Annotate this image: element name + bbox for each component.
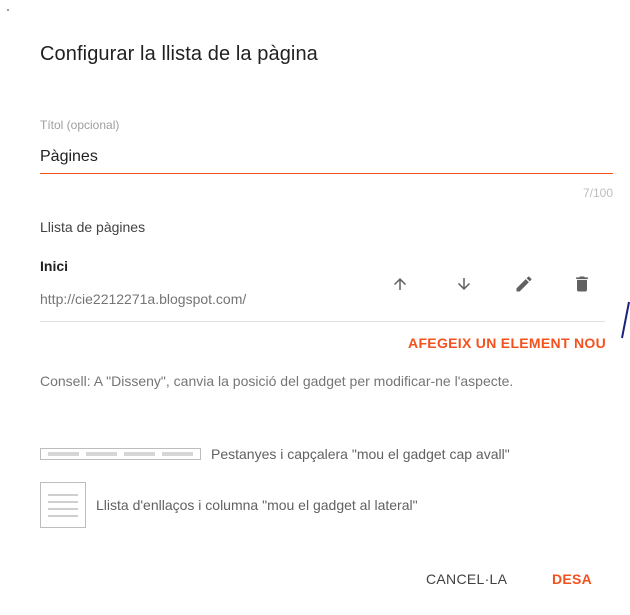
page-list-label: Llista de pàgines xyxy=(40,219,146,235)
corner-dot xyxy=(7,9,9,11)
page-list-dialog: Configurar la llista de la pàgina Títol … xyxy=(0,0,630,615)
move-up-button[interactable] xyxy=(386,270,414,298)
layout-hint: Consell: A "Disseny", canvia la posició … xyxy=(40,373,514,389)
pencil-icon xyxy=(516,276,532,292)
tab-bar-segment xyxy=(124,452,155,456)
edit-button[interactable] xyxy=(510,270,538,298)
tab-bar-segment xyxy=(86,452,117,456)
title-field-label: Títol (opcional) xyxy=(40,118,120,132)
list-layout-label: Llista d'enllaços i columna "mou el gadg… xyxy=(96,497,418,513)
add-item-button[interactable]: AFEGEIX UN ELEMENT NOU xyxy=(408,335,606,351)
list-line xyxy=(48,500,78,503)
tab-bar-segment xyxy=(162,452,193,456)
tabs-layout-thumbnail xyxy=(40,448,201,460)
title-char-counter: 7/100 xyxy=(582,186,613,200)
page-item-name: Inici xyxy=(40,258,69,274)
list-layout-thumbnail xyxy=(40,482,86,528)
list-line xyxy=(48,493,78,496)
dialog-title: Configurar la llista de la pàgina xyxy=(40,43,318,65)
title-input[interactable] xyxy=(40,141,613,174)
trash-icon xyxy=(576,276,588,292)
tabs-layout-label: Pestanyes i capçalera "mou el gadget cap… xyxy=(211,446,510,462)
tabs-layout-option: Pestanyes i capçalera "mou el gadget cap… xyxy=(40,446,510,462)
list-line xyxy=(48,507,78,510)
arrow-up-icon xyxy=(394,278,406,290)
page-item-url: http://cie2212271a.blogspot.com/ xyxy=(40,291,247,307)
tab-bar-segment xyxy=(48,452,79,456)
list-layout-option: Llista d'enllaços i columna "mou el gadg… xyxy=(40,482,418,528)
page-list-item: Inici http://cie2212271a.blogspot.com/ xyxy=(40,248,605,322)
cancel-button[interactable]: CANCEL·LA xyxy=(426,571,507,587)
delete-button[interactable] xyxy=(568,270,596,298)
edge-stroke-mark xyxy=(621,301,630,339)
move-down-button[interactable] xyxy=(450,270,478,298)
arrow-down-icon xyxy=(458,278,470,290)
save-button[interactable]: DESA xyxy=(552,571,592,587)
list-line xyxy=(48,514,78,517)
